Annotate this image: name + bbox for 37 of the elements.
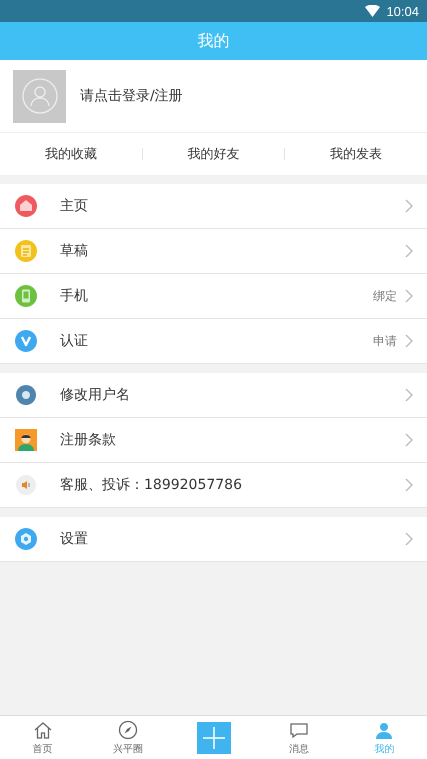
menu-item[interactable]: 主页 [0, 184, 427, 229]
compass-icon [118, 720, 138, 740]
menu-item[interactable]: 客服、投诉：18992057786 [0, 463, 427, 508]
chevron-icon [405, 388, 413, 402]
chevron-icon [405, 289, 413, 303]
menu-item[interactable]: 手机 绑定 [0, 274, 427, 319]
quick-link[interactable]: 我的好友 [142, 139, 284, 169]
chevron-icon [405, 433, 413, 447]
note-icon [15, 240, 37, 262]
settings-icon [15, 528, 37, 550]
menu-item[interactable]: 认证 申请 [0, 319, 427, 364]
person-icon [15, 429, 37, 451]
speaker-icon [16, 475, 36, 495]
wifi-icon [365, 5, 380, 17]
menu-item[interactable]: 注册条款 [0, 418, 427, 463]
verified-icon [15, 330, 37, 352]
phone-icon [15, 285, 37, 307]
nav-tab[interactable]: 兴平圈 [85, 718, 171, 758]
home-icon [15, 195, 37, 217]
chevron-icon [405, 478, 413, 492]
menu-item[interactable]: 设置 [0, 517, 427, 562]
quick-link[interactable]: 我的收藏 [0, 139, 142, 169]
chevron-icon [405, 532, 413, 546]
menu-item[interactable]: 草稿 [0, 229, 427, 274]
menu-item[interactable]: 修改用户名 [0, 373, 427, 418]
chevron-icon [405, 334, 413, 348]
quick-link[interactable]: 我的发表 [285, 139, 427, 169]
add-button[interactable] [196, 722, 231, 754]
chevron-icon [405, 199, 413, 213]
nav-tab[interactable]: 消息 [256, 718, 342, 758]
page-title: 我的 [198, 30, 230, 52]
nav-tab[interactable]: 首页 [0, 718, 86, 758]
chevron-icon [405, 244, 413, 258]
login-link[interactable]: 请点击登录/注册 [80, 87, 183, 105]
status-time: 10:04 [386, 4, 419, 18]
avatar[interactable] [13, 70, 66, 122]
home-icon [32, 720, 53, 740]
